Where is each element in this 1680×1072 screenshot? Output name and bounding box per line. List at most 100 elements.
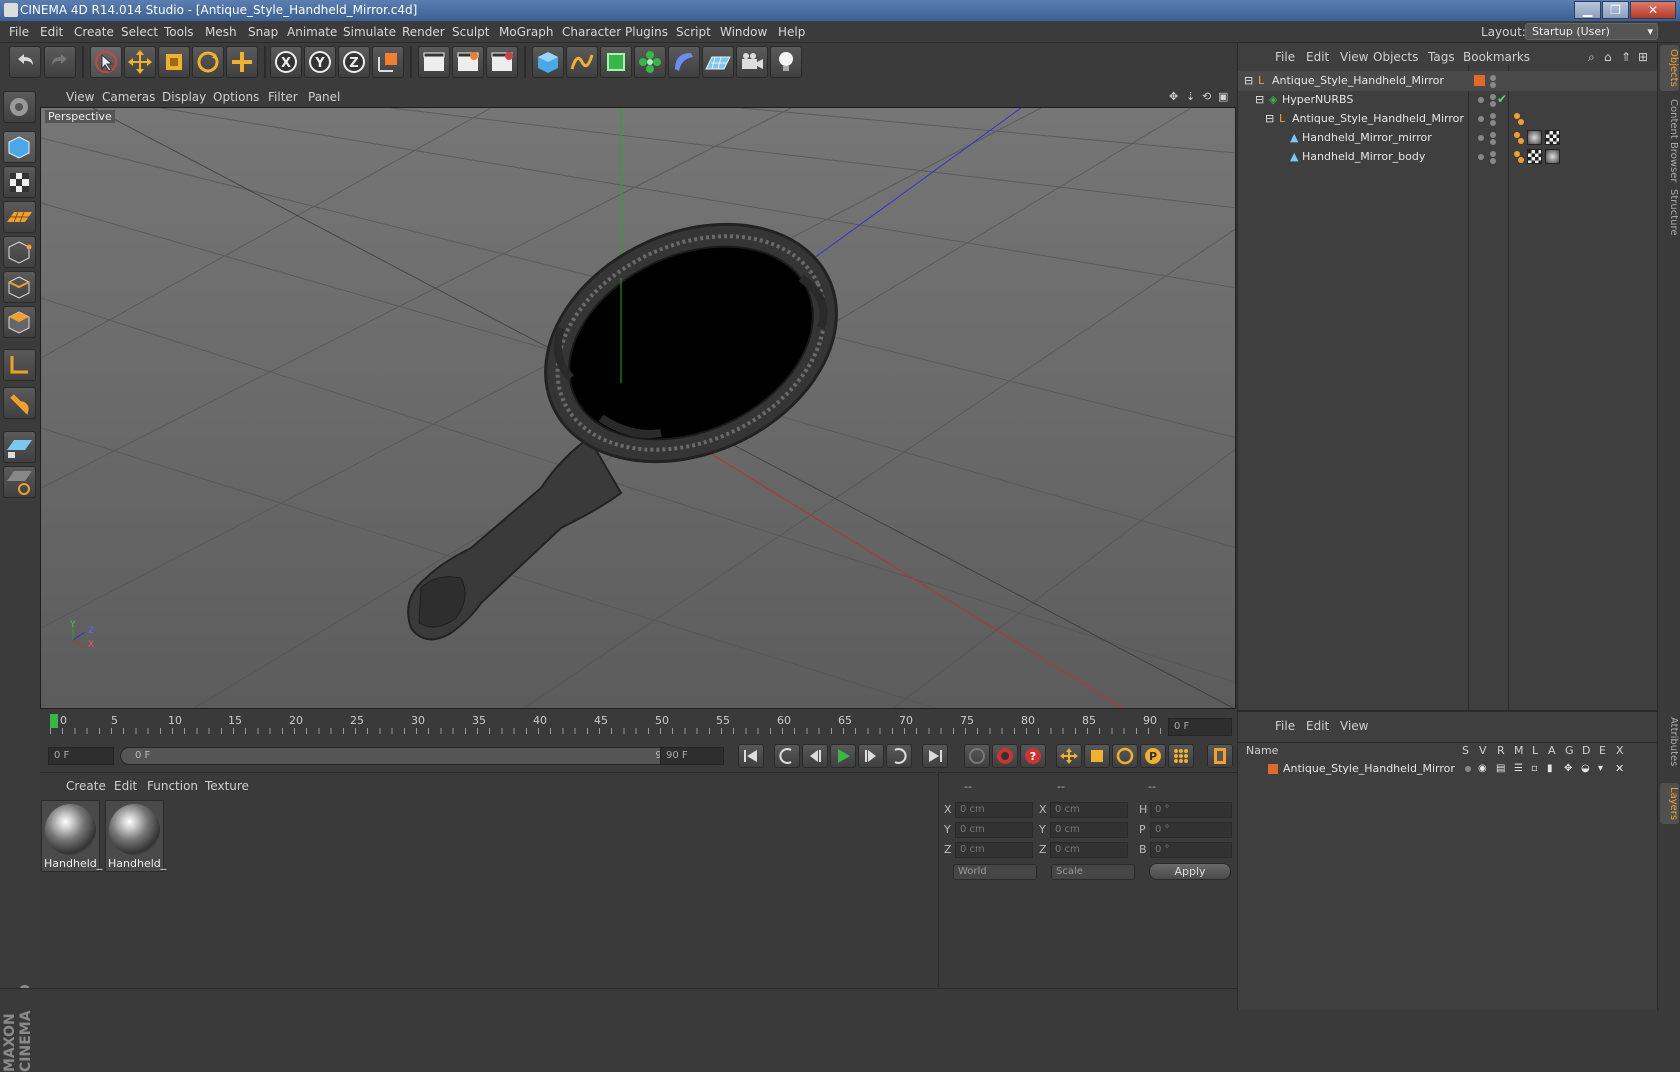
render-icon[interactable]: ▤	[1496, 759, 1505, 779]
rotation-b-field[interactable]: 0 °	[1150, 842, 1232, 858]
collapse-icon[interactable]: ⊟	[1244, 71, 1253, 91]
minimize-button[interactable]: ▁	[1574, 1, 1601, 19]
autokeying-button[interactable]	[992, 744, 1018, 768]
x-axis-lock-button[interactable]: X	[270, 46, 302, 78]
menu-window[interactable]: Window	[720, 25, 767, 39]
up-arrow-icon[interactable]: ⇑	[1621, 50, 1631, 64]
rotation-h-field[interactable]: 0 °	[1150, 802, 1232, 818]
menu-help[interactable]: Help	[778, 25, 805, 39]
z-axis-lock-button[interactable]: Z	[338, 46, 370, 78]
keyframe-selection-button[interactable]: ?	[1020, 744, 1046, 768]
go-to-start-button[interactable]	[738, 744, 764, 768]
nurbs-button[interactable]	[600, 46, 632, 78]
points-mode-button[interactable]	[3, 236, 36, 268]
cube-button[interactable]	[532, 46, 564, 78]
3d-viewport[interactable]: Perspective Y Z X	[40, 107, 1236, 709]
viewport-menu-options[interactable]: Options	[213, 90, 259, 104]
light-button[interactable]	[770, 46, 802, 78]
material-menu-create[interactable]: Create	[66, 779, 106, 793]
viewport-menu-filter[interactable]: Filter	[268, 90, 298, 104]
live-selection-button[interactable]	[90, 46, 122, 78]
size-y-field[interactable]: 0 cm	[1050, 822, 1128, 838]
new-view-icon[interactable]: ⊞	[1638, 50, 1648, 64]
playhead[interactable]	[50, 714, 58, 728]
object-row-group[interactable]: ⊟ L Antique_Style_Handheld_Mirror	[1238, 109, 1658, 129]
timeline-ruler[interactable]: 0 5 10 15 20 25 30 35 40 45 50 55 60 65 …	[40, 712, 1237, 742]
viewport-menu-display[interactable]: Display	[162, 90, 206, 104]
render-picture-viewer-button[interactable]	[452, 46, 484, 78]
position-key-button[interactable]	[1056, 744, 1082, 768]
size-x-field[interactable]: 0 cm	[1050, 802, 1128, 818]
layers-menu-file[interactable]: File	[1275, 719, 1295, 733]
objects-menu-edit[interactable]: Edit	[1306, 50, 1329, 64]
objects-menu-objects[interactable]: Objects	[1373, 50, 1418, 64]
material-swatch[interactable]: Handheld_	[41, 800, 102, 872]
collapse-icon[interactable]: ⊟	[1265, 109, 1274, 129]
snapping-button[interactable]	[3, 387, 36, 419]
move-view-icon[interactable]: ✥	[1169, 90, 1178, 103]
move-button[interactable]	[124, 46, 156, 78]
previous-frame-button[interactable]	[802, 744, 828, 768]
parameter-key-button[interactable]: P	[1140, 744, 1166, 768]
polygons-mode-button[interactable]	[3, 306, 36, 338]
menu-plugins[interactable]: Plugins	[625, 25, 668, 39]
axis-mode-button[interactable]	[3, 349, 36, 381]
menu-snap[interactable]: Snap	[248, 25, 278, 39]
menu-edit[interactable]: Edit	[40, 25, 63, 39]
size-mode-dropdown[interactable]: Scale	[1051, 864, 1135, 880]
object-row-mirror[interactable]: ▲ Handheld_Mirror_mirror	[1238, 128, 1658, 148]
make-editable-button[interactable]	[3, 91, 36, 123]
material-tag-icon[interactable]	[1527, 130, 1542, 145]
next-frame-button[interactable]	[858, 744, 884, 768]
menu-sculpt[interactable]: Sculpt	[452, 25, 489, 39]
viewport-menu-panel[interactable]: Panel	[308, 90, 340, 104]
coordinate-system-button[interactable]	[372, 46, 404, 78]
previous-key-button[interactable]	[774, 744, 800, 768]
array-button[interactable]	[634, 46, 666, 78]
rotate-button[interactable]	[192, 46, 224, 78]
object-row-hypernurbs[interactable]: ⊟ ◈ HyperNURBS ✔	[1238, 90, 1658, 110]
objects-menu-view[interactable]: View	[1340, 50, 1368, 64]
object-row-body[interactable]: ▲ Handheld_Mirror_body	[1238, 147, 1658, 167]
render-view-button[interactable]	[418, 46, 450, 78]
menu-mesh[interactable]: Mesh	[205, 25, 237, 39]
menu-script[interactable]: Script	[676, 25, 711, 39]
menu-create[interactable]: Create	[74, 25, 114, 39]
manager-icon[interactable]: ☰	[1514, 759, 1523, 779]
coordinate-space-dropdown[interactable]: World	[953, 864, 1037, 880]
maximize-view-icon[interactable]: ▣	[1218, 90, 1228, 103]
objects-menu-tags[interactable]: Tags	[1428, 50, 1455, 64]
deformer-icon[interactable]: ◒	[1581, 759, 1590, 779]
zoom-view-icon[interactable]: ⇣	[1186, 90, 1195, 103]
menu-mograph[interactable]: MoGraph	[499, 25, 554, 39]
transform-button[interactable]	[226, 46, 258, 78]
tab-structure[interactable]: Structure	[1660, 185, 1679, 240]
undo-button[interactable]	[9, 46, 41, 78]
rotation-key-button[interactable]	[1112, 744, 1138, 768]
maximize-button[interactable]: ❐	[1602, 1, 1629, 19]
tab-layers[interactable]: Layers	[1660, 783, 1679, 825]
layer-row[interactable]: Antique_Style_Handheld_Mirror ◉ ▤ ☰ ▫ ▮ …	[1238, 759, 1658, 779]
material-swatch[interactable]: Handheld_	[105, 800, 166, 872]
point-level-key-button[interactable]	[1168, 744, 1194, 768]
frame-range-slider[interactable]: 0 F 90 F	[120, 747, 694, 765]
planar-workplane-button[interactable]	[3, 466, 36, 498]
material-menu-texture[interactable]: Texture	[205, 779, 249, 793]
generator-icon[interactable]: ✥	[1564, 759, 1572, 779]
menu-render[interactable]: Render	[402, 25, 445, 39]
size-z-field[interactable]: 0 cm	[1050, 842, 1128, 858]
position-x-field[interactable]: 0 cm	[955, 802, 1033, 818]
go-to-end-button[interactable]	[922, 744, 948, 768]
menu-animate[interactable]: Animate	[287, 25, 337, 39]
timeline-window-button[interactable]	[1207, 744, 1233, 768]
collapse-icon[interactable]: ⊟	[1255, 90, 1264, 110]
expression-icon[interactable]: ▾	[1598, 759, 1603, 779]
objects-menu-file[interactable]: File	[1275, 50, 1295, 64]
record-keys-button[interactable]	[964, 744, 990, 768]
tab-content-browser[interactable]: Content Browser	[1660, 95, 1679, 186]
texture-tag-icon[interactable]	[1545, 130, 1560, 145]
menu-simulate[interactable]: Simulate	[343, 25, 396, 39]
position-z-field[interactable]: 0 cm	[955, 842, 1033, 858]
rotation-p-field[interactable]: 0 °	[1150, 822, 1232, 838]
next-key-button[interactable]	[886, 744, 912, 768]
